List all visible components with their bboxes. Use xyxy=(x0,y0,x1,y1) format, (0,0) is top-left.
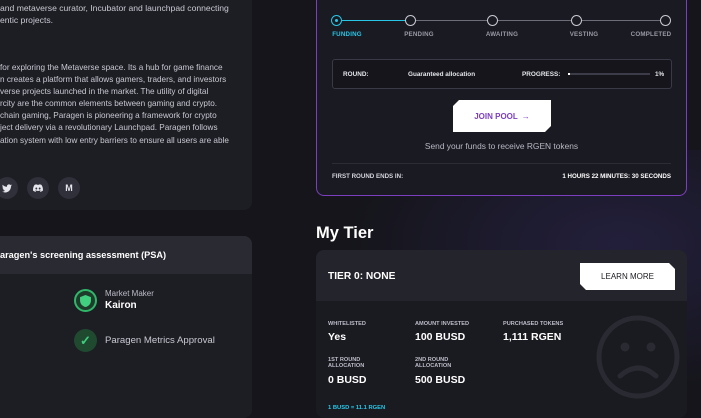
round-value: Guaranteed allocation xyxy=(408,71,476,78)
join-pool-label: JOIN POOL xyxy=(474,111,518,121)
send-funds-text: Send your funds to receive RGEN tokens xyxy=(424,141,579,151)
my-tier-heading: My Tier xyxy=(316,224,374,242)
step-connector xyxy=(582,20,660,21)
step-label-awaiting: AWAITING xyxy=(485,31,519,38)
step-label-vesting: VESTING xyxy=(569,31,599,38)
step-completed-icon xyxy=(660,15,671,26)
purchased-tokens-stat: PURCHASED TOKENS 1,111 RGEN xyxy=(503,321,563,343)
exchange-rate: 1 BUSD = 11.1 RGEN xyxy=(328,405,386,411)
round-info-box: ROUND: Guaranteed allocation PROGRESS: 1… xyxy=(332,59,672,89)
second-round-allocation-label: 2ND ROUND ALLOCATION xyxy=(415,357,452,370)
amount-invested-value: 100 BUSD xyxy=(415,331,466,344)
pool-stepper: FUNDING PENDING AWAITING VESTING COMPLET… xyxy=(331,15,671,45)
arrow-right-icon: → xyxy=(521,111,530,121)
countdown-value: 1 HOURS 22 MINUTES: 30 SECONDS xyxy=(562,173,671,180)
medium-icon[interactable]: M xyxy=(58,177,80,199)
metrics-approval-row: ✓ Paragen Metrics Approval xyxy=(74,329,215,352)
first-round-allocation-label: 1ST ROUND ALLOCATION xyxy=(328,357,365,370)
step-connector xyxy=(342,20,405,21)
project-description: for exploring the Metaverse space. Its a… xyxy=(0,63,229,145)
step-funding-icon xyxy=(331,15,342,26)
amount-invested-label: AMOUNT INVESTED xyxy=(415,321,470,327)
tier-title: TIER 0: NONE xyxy=(328,271,396,282)
discord-icon[interactable] xyxy=(27,177,49,199)
countdown-label: FIRST ROUND ENDS IN: xyxy=(332,173,404,180)
market-maker-label: Market Maker xyxy=(105,289,154,298)
social-links: M xyxy=(0,177,80,199)
sad-face-icon xyxy=(596,315,680,399)
market-maker-row: Market Maker Kairon xyxy=(74,289,154,312)
purchased-tokens-label: PURCHASED TOKENS xyxy=(503,321,564,327)
checkmark-icon: ✓ xyxy=(74,329,97,352)
progress-bar-fill xyxy=(568,73,570,75)
step-pending-icon xyxy=(405,15,416,26)
progress-bar xyxy=(568,73,650,75)
round-countdown: FIRST ROUND ENDS IN: 1 HOURS 22 MINUTES:… xyxy=(332,163,671,185)
whitelisted-value: Yes xyxy=(328,331,347,344)
step-label-funding: FUNDING xyxy=(332,31,362,38)
shield-icon xyxy=(74,289,97,312)
tier-card: TIER 0: NONE LEARN MORE WHITELISTED Yes … xyxy=(316,250,687,418)
psa-title: aragen's screening assessment (PSA) xyxy=(0,236,252,274)
step-label-completed: COMPLETED xyxy=(630,31,672,38)
whitelisted-label: WHITELISTED xyxy=(328,321,366,327)
market-maker-name: Kairon xyxy=(105,300,137,311)
step-label-pending: PENDING xyxy=(404,31,434,38)
second-round-allocation-stat: 2ND ROUND ALLOCATION 500 BUSD xyxy=(415,357,465,386)
step-connector xyxy=(416,20,487,21)
join-pool-button[interactable]: JOIN POOL → xyxy=(453,100,551,132)
whitelisted-stat: WHITELISTED Yes xyxy=(328,321,366,343)
progress-label: PROGRESS: xyxy=(522,71,561,78)
amount-invested-stat: AMOUNT INVESTED 100 BUSD xyxy=(415,321,469,343)
purchased-tokens-value: 1,111 RGEN xyxy=(503,331,562,344)
tier-header: TIER 0: NONE LEARN MORE xyxy=(316,250,687,301)
pool-card: FUNDING PENDING AWAITING VESTING COMPLET… xyxy=(316,0,687,196)
metrics-approval-label: Paragen Metrics Approval xyxy=(105,335,215,346)
progress-value: 1% xyxy=(655,71,665,78)
first-round-allocation-value: 0 BUSD xyxy=(328,373,367,386)
step-connector xyxy=(498,20,571,21)
step-vesting-icon xyxy=(571,15,582,26)
project-intro-text: and metaverse curator, Incubator and lau… xyxy=(0,3,229,25)
second-round-allocation-value: 500 BUSD xyxy=(415,373,466,386)
first-round-allocation-stat: 1ST ROUND ALLOCATION 0 BUSD xyxy=(328,357,367,386)
learn-more-button[interactable]: LEARN MORE xyxy=(580,263,675,290)
twitter-icon[interactable] xyxy=(0,177,18,199)
round-label: ROUND: xyxy=(343,71,369,78)
psa-card: aragen's screening assessment (PSA) Mark… xyxy=(0,236,252,418)
step-awaiting-icon xyxy=(487,15,498,26)
